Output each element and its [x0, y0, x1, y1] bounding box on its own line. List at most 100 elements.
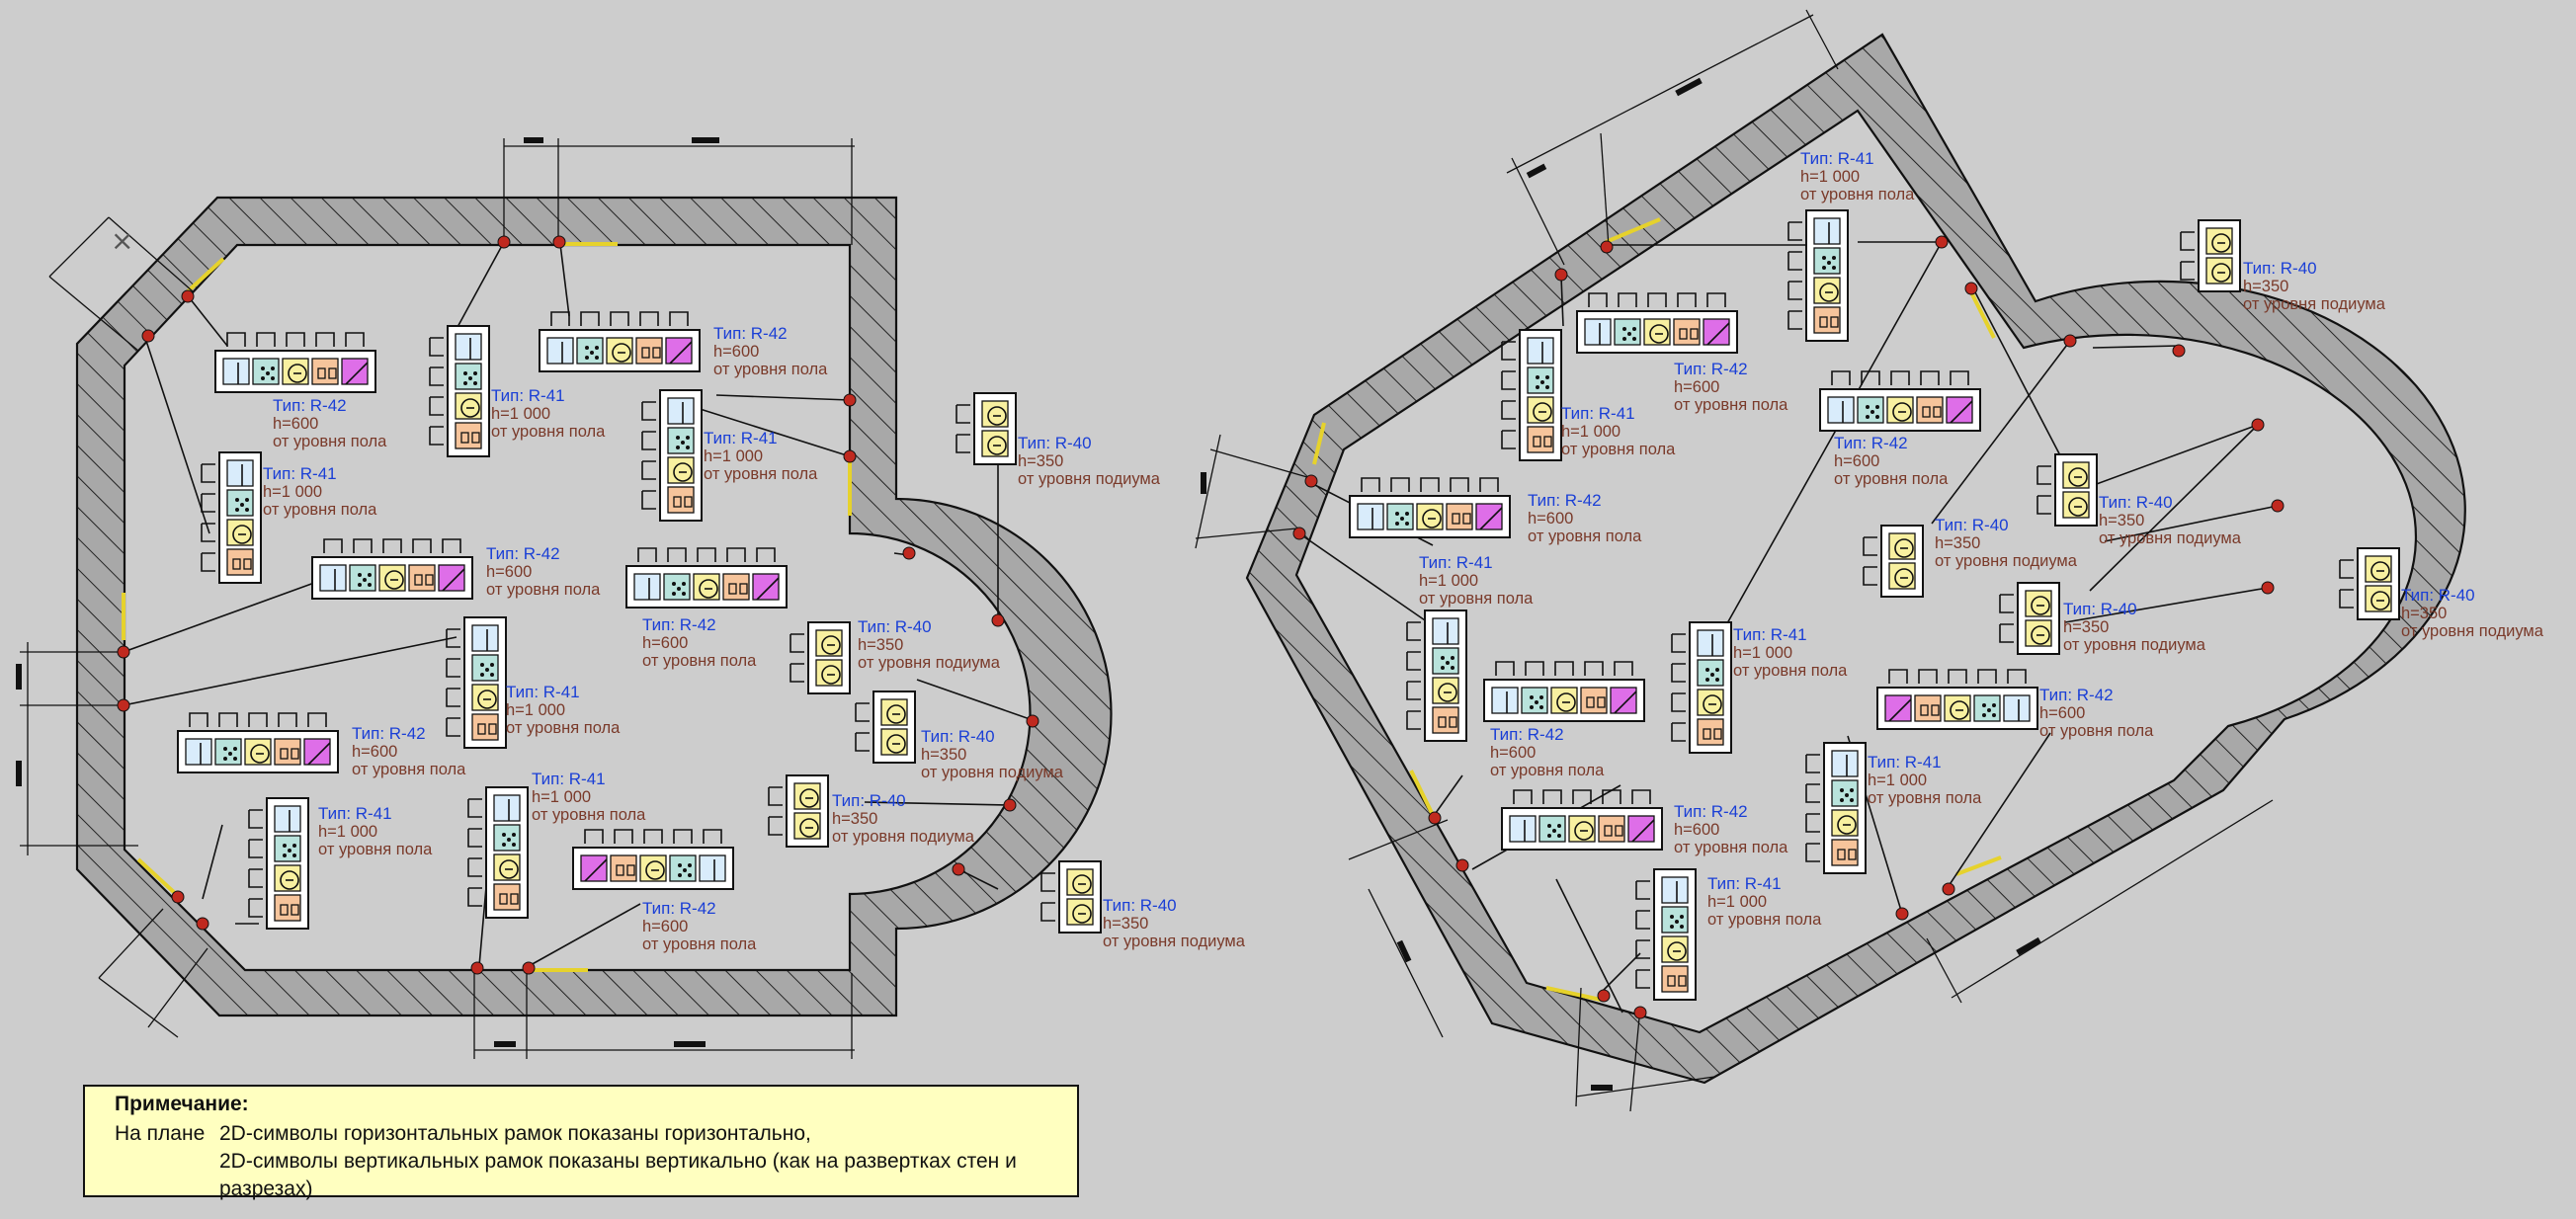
switch-cell [493, 794, 521, 822]
switch-cell [455, 333, 482, 361]
frame-height-label: h=1 000 [491, 405, 550, 423]
frame-type-label: Тип: R-42 [713, 324, 788, 343]
frame-reference-label: от уровня пола [1733, 662, 1848, 680]
socket-cell [639, 854, 667, 882]
label-r42-b: Тип: R-42h=600от уровня пола [713, 324, 828, 378]
switch-cell [2003, 694, 2031, 722]
network-cell [1857, 396, 1884, 424]
frame-reference-label: от уровня подиума [2401, 622, 2544, 640]
network-cell [663, 573, 691, 601]
frame-reference-label: от уровня подиума [832, 828, 975, 846]
network-cell [1527, 366, 1554, 394]
frame-reference-label: от уровня пола [1674, 839, 1788, 856]
ac-cell [1703, 318, 1730, 346]
frame-type-label: Тип: R-41 [532, 770, 606, 788]
frame-height-label: h=600 [713, 343, 759, 361]
frame-height-label: h=600 [1674, 378, 1719, 396]
frame-type-label: Тип: R-41 [263, 464, 337, 483]
ac-cell [1627, 815, 1655, 843]
label-r42-f: Тип: R-42h=600от уровня пола [642, 899, 757, 953]
close-x-mark: × [111, 224, 133, 257]
frame-r40-c [855, 691, 916, 764]
label-r41-l: Тип: R-41h=1 000от уровня пола [1707, 874, 1822, 929]
network-cell [1521, 687, 1548, 714]
frame-reference-label: от уровня пола [352, 761, 466, 778]
frame-r42-l [1501, 789, 1663, 851]
socket-cell [793, 812, 821, 840]
socket-cell [1697, 689, 1724, 716]
ac-cell [752, 573, 780, 601]
frame-r40-e [1040, 860, 1102, 934]
frame-type-label: Тип: R-42 [1834, 434, 1908, 452]
label-r40-e: Тип: R-40h=350от уровня подиума [1103, 896, 1246, 950]
frame-r42-k [1876, 669, 2038, 730]
frame-reference-label: от уровня подиума [858, 654, 1001, 672]
frame-r42-j [1483, 661, 1645, 722]
socket-cell [2062, 461, 2090, 489]
switch-cell [1827, 396, 1855, 424]
network-cell [349, 564, 376, 592]
socket-cell [1550, 687, 1578, 714]
frame-type-label: Тип: R-42 [2039, 686, 2114, 704]
frame-type-label: Тип: R-42 [1490, 725, 1564, 744]
network-cell [1697, 659, 1724, 687]
socket-cell [1888, 532, 1916, 560]
switch-cell [546, 337, 574, 365]
frame-r41-f [467, 786, 529, 919]
frame-reference-label: от уровня подиума [921, 764, 1064, 781]
frame-type-label: Тип: R-40 [1018, 434, 1092, 452]
frame-height-label: h=1 000 [1800, 168, 1860, 186]
ac-cell [1884, 694, 1912, 722]
socket-cell [1813, 277, 1841, 304]
network-cell [274, 835, 301, 862]
label-r42-h: Тип: R-42h=600от уровня пола [1834, 434, 1949, 488]
frame-height-label: h=350 [2243, 278, 2288, 295]
network-cell [1538, 815, 1566, 843]
note-label: На плане [115, 1122, 206, 1145]
label-r42-c: Тип: R-42h=600от уровня пола [486, 544, 601, 599]
frame-r42-i [1349, 477, 1511, 538]
socket-cell [2205, 227, 2233, 255]
frame-reference-label: от уровня пола [642, 935, 757, 953]
frame-height-label: h=350 [1018, 452, 1063, 470]
frame-height-label: h=600 [642, 634, 688, 652]
note-row-1: На плане 2D-символы горизонтальных рамок… [115, 1120, 1077, 1148]
socket-cell [2205, 257, 2233, 284]
frame-reference-label: от уровня пола [1868, 789, 1982, 807]
frame-type-label: Тип: R-42 [273, 396, 347, 415]
frame-r40-b [789, 621, 851, 694]
switch-cell [1661, 876, 1689, 904]
network-cell [667, 427, 695, 454]
socket-cell [815, 629, 843, 657]
socket-cell [378, 564, 406, 592]
frame-height-label: h=1 000 [318, 823, 377, 841]
frame-height-label: h=1 000 [1561, 423, 1620, 441]
frame-type-label: Тип: R-41 [1561, 404, 1635, 423]
ac-cell [303, 738, 331, 766]
frame-height-label: h=600 [1528, 510, 1573, 528]
frame-reference-label: от уровня пола [1707, 911, 1822, 929]
frame-height-label: h=600 [2039, 704, 2085, 722]
frame-r42-e [177, 712, 339, 773]
frame-r42-f [572, 829, 734, 890]
label-r40-j: Тип: R-40h=350от уровня подиума [2063, 600, 2206, 654]
label-r41-a: Тип: R-41h=1 000от уровня пола [491, 386, 606, 441]
frame-r41-l [1635, 868, 1697, 1001]
switch-cell [699, 854, 726, 882]
switch-cell [1584, 318, 1612, 346]
frame-reference-label: от уровня пола [704, 465, 818, 483]
label-r40-d: Тип: R-40h=350от уровня подиума [832, 791, 975, 846]
frame-height-label: h=600 [352, 743, 397, 761]
left-room-walls [75, 196, 1113, 1017]
socket-cell [1527, 396, 1554, 424]
frame-height-label: h=1 000 [1419, 572, 1478, 590]
socket-cell [1568, 815, 1596, 843]
frame-type-label: Тип: R-42 [642, 615, 716, 634]
label-r42-l: Тип: R-42h=600от уровня пола [1674, 802, 1788, 856]
socket-cell [1886, 396, 1914, 424]
frame-r41-j [1671, 621, 1732, 754]
socket-cell [1661, 935, 1689, 963]
socket-cell [2025, 590, 2052, 617]
label-r40-b: Тип: R-40h=350от уровня подиума [858, 617, 1001, 672]
label-r41-c: Тип: R-41h=1 000от уровня пола [263, 464, 377, 519]
